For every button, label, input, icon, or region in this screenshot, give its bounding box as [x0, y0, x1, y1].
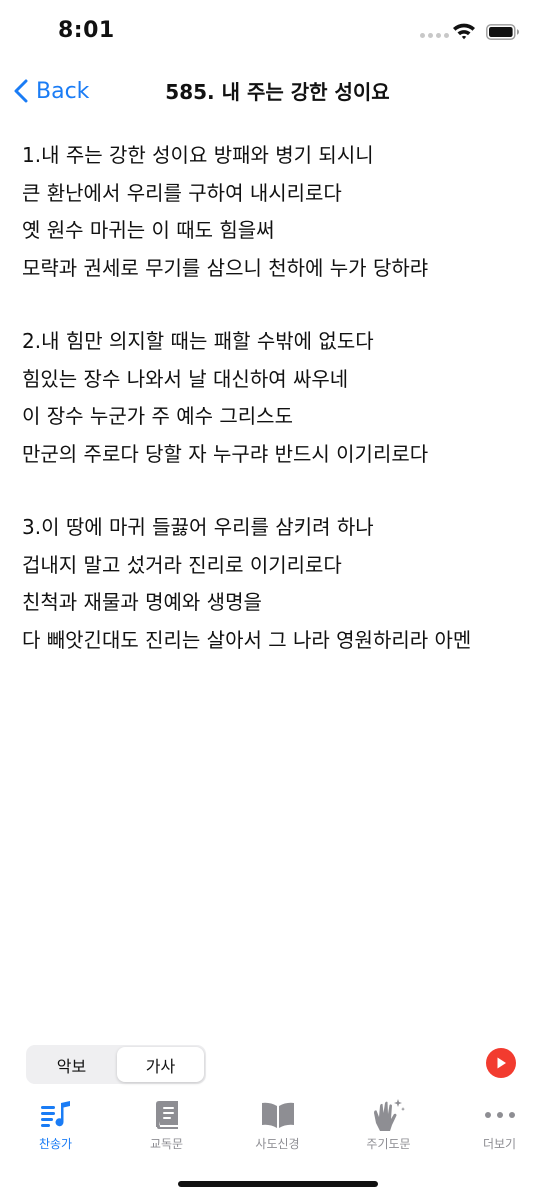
tab-more[interactable]: 더보기 — [444, 1093, 555, 1163]
home-indicator — [178, 1181, 378, 1187]
play-icon — [497, 1057, 506, 1069]
tab-label: 주기도문 — [366, 1137, 411, 1151]
more-icon — [484, 1112, 515, 1118]
lyric-line: 큰 환난에서 우리를 구하여 내시리로다 — [22, 180, 342, 205]
tab-label: 사도신경 — [255, 1137, 300, 1151]
open-book-icon — [261, 1102, 294, 1128]
page-title: 585. 내 주는 강한 성이요 — [165, 80, 390, 104]
tab-label: 더보기 — [482, 1137, 517, 1151]
battery-icon — [486, 24, 519, 40]
lyric-line: 친척과 재물과 명예와 생명을 — [22, 590, 262, 614]
lyric-line: 모략과 권세로 무기를 삼으니 천하에 누가 당하랴 — [22, 255, 429, 280]
tab-hymns[interactable]: 찬송가 — [0, 1093, 111, 1163]
verse-2: 2.내 힘만 의지할 때는 패할 수밖에 없도다 힘있는 장수 나와서 날 대신… — [22, 323, 537, 473]
lyrics-content: 1.내 주는 강한 성이요 방패와 병기 되시니 큰 환난에서 우리를 구하여 … — [22, 137, 537, 695]
music-list-icon — [40, 1101, 70, 1127]
segment-score[interactable]: 악보 — [28, 1047, 115, 1082]
verse-3: 3.이 땅에 마귀 들끓어 우리를 삼키려 하나 겁내지 말고 섰거라 진리로 … — [22, 509, 537, 659]
tab-label: 찬송가 — [38, 1137, 73, 1151]
tab-bar: 찬송가 교독문 사도신경 주기도문 더보기 — [0, 1093, 555, 1173]
book-icon — [155, 1101, 178, 1129]
lyric-line: 옛 원수 마귀는 이 때도 힘을써 — [22, 218, 275, 242]
tab-responsive-reading[interactable]: 교독문 — [111, 1093, 222, 1163]
lyric-line: 다 빼앗긴대도 진리는 살아서 그 나라 영원하리라 아멘 — [22, 627, 472, 652]
segment-lyrics[interactable]: 가사 — [117, 1047, 204, 1082]
tab-lords-prayer[interactable]: 주기도문 — [333, 1093, 444, 1163]
view-mode-segmented-control: 악보 가사 — [26, 1045, 206, 1084]
cellular-signal-icon — [420, 33, 449, 38]
verse-1: 1.내 주는 강한 성이요 방패와 병기 되시니 큰 환난에서 우리를 구하여 … — [22, 137, 537, 287]
tab-label: 교독문 — [149, 1137, 184, 1151]
tab-apostles-creed[interactable]: 사도신경 — [222, 1093, 333, 1163]
praying-hands-icon — [373, 1099, 405, 1131]
status-bar: 8:01 — [0, 0, 555, 64]
status-time: 8:01 — [58, 18, 115, 43]
lyric-line: 이 장수 누군가 주 예수 그리스도 — [22, 404, 293, 428]
lyric-line: 만군의 주로다 당할 자 누구랴 반드시 이기리로다 — [22, 441, 429, 466]
lyric-line: 2.내 힘만 의지할 때는 패할 수밖에 없도다 — [22, 329, 374, 353]
navigation-bar: Back 585. 내 주는 강한 성이요 — [0, 64, 555, 118]
lyric-line: 1.내 주는 강한 성이요 방패와 병기 되시니 — [22, 143, 374, 167]
lyric-line: 3.이 땅에 마귀 들끓어 우리를 삼키려 하나 — [22, 515, 374, 539]
play-button[interactable] — [486, 1048, 516, 1078]
wifi-icon — [453, 23, 475, 40]
lyric-line: 겁내지 말고 섰거라 진리로 이기리로다 — [22, 552, 342, 577]
lyric-line: 힘있는 장수 나와서 날 대신하여 싸우네 — [22, 366, 349, 391]
